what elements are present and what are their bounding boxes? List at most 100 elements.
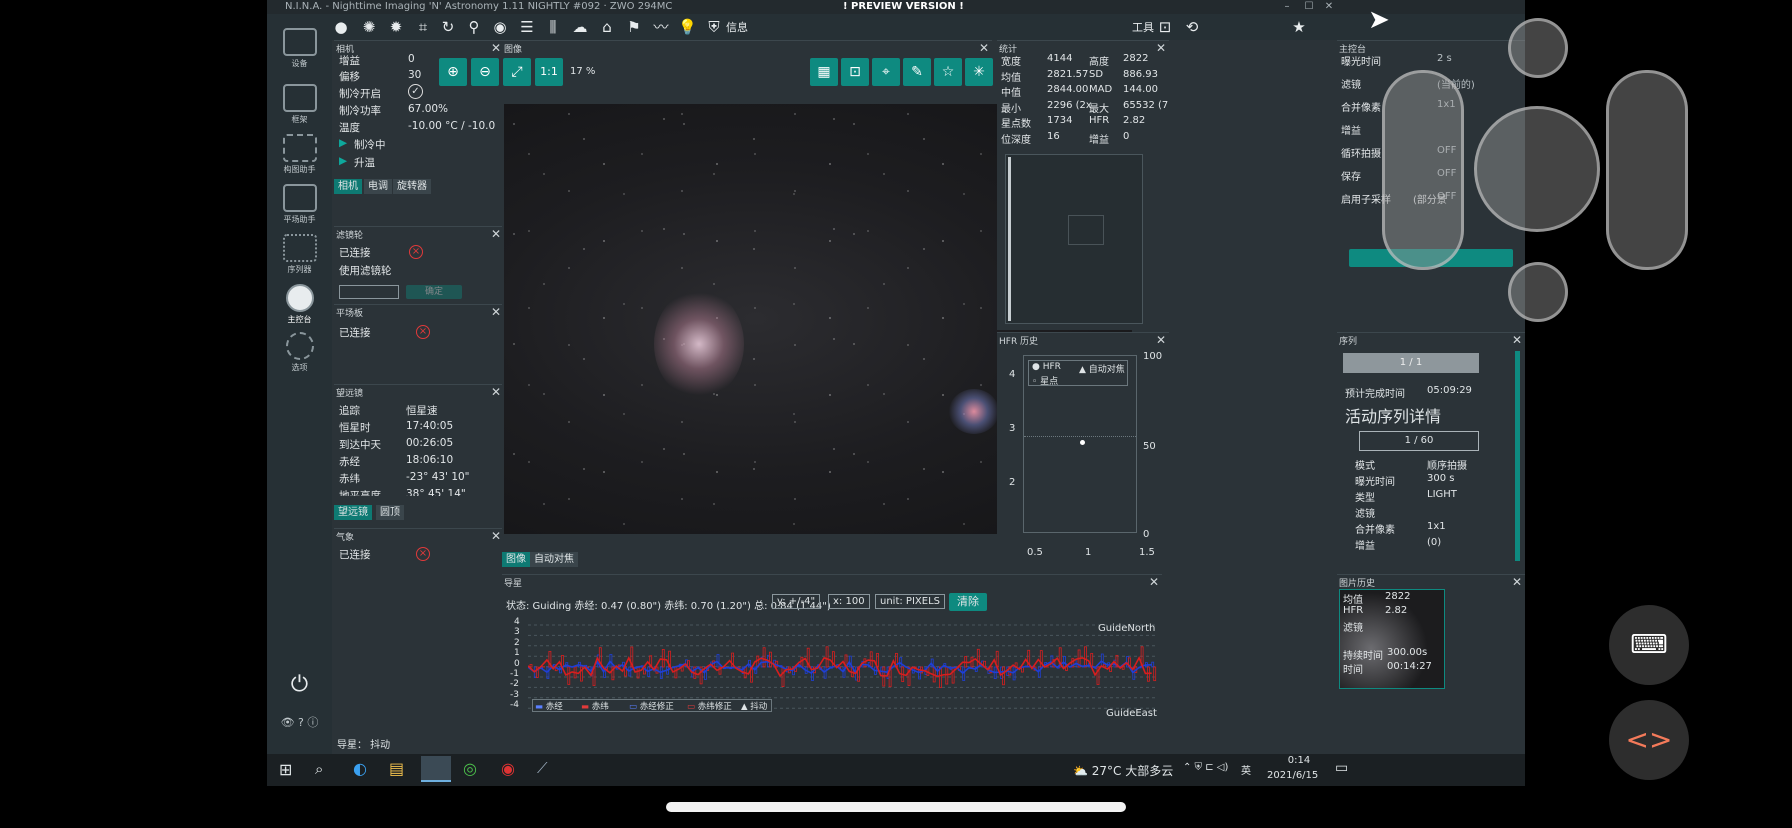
equalizer-icon[interactable]: ⫼ [544, 18, 562, 36]
telescope-value: 00:26:05 [406, 437, 454, 449]
overlay-left-pill[interactable] [1382, 70, 1464, 270]
fit-icon[interactable]: ⤢ [503, 58, 531, 86]
overlay-center-button[interactable] [1474, 106, 1600, 232]
history-icon[interactable]: ⟲ [1183, 18, 1201, 36]
filter-select[interactable] [339, 285, 399, 299]
imaging-value[interactable]: 2 s [1437, 53, 1452, 64]
clock-date[interactable]: 2021/6/15 [1267, 770, 1318, 781]
tab-focuser[interactable]: 电调 [364, 179, 392, 194]
folder-icon[interactable]: ▤ [389, 759, 404, 778]
windows-start-icon[interactable]: ⊞ [279, 760, 292, 779]
maximize-icon[interactable]: ☐ [1299, 0, 1319, 14]
minimize-icon[interactable]: – [1277, 0, 1297, 14]
sidebar-item-sequencer[interactable]: 序列器 [267, 234, 332, 275]
notification-icon[interactable]: ▭ [1335, 760, 1348, 776]
y-scale-select[interactable]: y: +/-4" [772, 594, 821, 609]
clear-button[interactable]: 清除 [949, 593, 987, 611]
legend-hfr: ● HFR [1032, 362, 1061, 372]
code-toggle-icon[interactable]: <> [1609, 700, 1689, 780]
close-icon[interactable]: ✕ [1149, 575, 1159, 589]
ime-indicator[interactable]: 英 [1241, 762, 1251, 777]
shield-icon[interactable]: ⛨ [705, 18, 723, 36]
home-indicator[interactable] [666, 802, 1126, 812]
cooling-arrow-icon[interactable]: ▶ [339, 137, 347, 149]
help-icons[interactable]: 👁 ? ⓘ [267, 714, 332, 730]
rotator-icon[interactable]: ↻ [439, 18, 457, 36]
filter-wheel-icon[interactable]: ✹ [387, 18, 405, 36]
tools-label[interactable]: 工具 [1132, 19, 1154, 35]
overlay-small-button[interactable] [1508, 18, 1568, 78]
power-icon[interactable]: ⏻ [267, 672, 332, 697]
filter-apply-button[interactable]: 确定 [406, 285, 462, 299]
close-icon[interactable]: ✕ [491, 529, 501, 543]
magic-wand-icon[interactable]: ✎ [903, 58, 931, 86]
dome-icon[interactable]: ⌂ [598, 18, 616, 36]
telescope-task-icon[interactable]: ⟋ [537, 759, 548, 777]
close-icon[interactable]: ✕ [979, 41, 989, 55]
status-bar: 导星： 抖动 [337, 740, 391, 751]
close-icon[interactable]: ✕ [1512, 333, 1522, 347]
warming-arrow-icon[interactable]: ▶ [339, 155, 347, 167]
zoom-out-icon[interactable]: ⊖ [471, 58, 499, 86]
sidebar-item-framing-assistant[interactable]: 构图助手 [267, 134, 332, 175]
warming-label[interactable]: 升温 [354, 155, 375, 170]
close-icon[interactable]: ✕ [1156, 41, 1166, 55]
close-icon[interactable]: ✕ [1156, 333, 1166, 347]
star-icon[interactable]: ★ [1290, 18, 1308, 36]
switch-icon[interactable]: ☰ [518, 18, 536, 36]
close-icon[interactable]: ✕ [1319, 0, 1339, 14]
tab-telescope[interactable]: 望远镜 [334, 505, 372, 520]
weather-icon[interactable]: ☁ [571, 18, 589, 36]
clock-time[interactable]: 0:14 [1277, 755, 1321, 766]
tray-icons[interactable]: ⌃ ⛨ ⊏ ◁) [1183, 762, 1228, 773]
overlay-menu-button[interactable] [1508, 262, 1568, 322]
close-icon[interactable]: ✕ [1512, 575, 1522, 589]
crosshair-icon[interactable]: ⌖ [872, 58, 900, 86]
sidebar-item-flat-wizard[interactable]: 平场助手 [267, 184, 332, 225]
grid-icon[interactable]: ▦ [810, 58, 838, 86]
x-scale-select[interactable]: x: 100 [828, 594, 870, 609]
graph-icon[interactable]: 〰 [652, 18, 670, 36]
mount-icon[interactable]: ⚲ [465, 18, 483, 36]
tab-autofocus[interactable]: 自动对焦 [530, 552, 578, 567]
crop-icon[interactable]: ⊡ [841, 58, 869, 86]
bulb-icon[interactable]: 💡 [678, 18, 697, 36]
guider-icon[interactable]: ◉ [491, 18, 509, 36]
gridline [1024, 436, 1136, 437]
search-icon[interactable]: ⌕ [315, 760, 323, 778]
sidebar-item-options[interactable]: 选项 [267, 332, 332, 373]
aperture-icon[interactable]: ✺ [360, 18, 378, 36]
cooling-label[interactable]: 制冷中 [354, 137, 386, 152]
unit-select[interactable]: unit: PIXELS [875, 594, 945, 609]
close-icon[interactable]: ✕ [491, 41, 501, 55]
camera-circle-icon[interactable]: ● [332, 18, 350, 36]
gear-icon [285, 332, 314, 360]
tab-rotator[interactable]: 旋转器 [393, 179, 431, 194]
tab-image[interactable]: 图像 [502, 552, 530, 567]
correction-bar [800, 656, 804, 668]
keyboard-icon[interactable]: ⌨ [1609, 605, 1689, 685]
close-icon[interactable]: ✕ [491, 385, 501, 399]
zoom-in-icon[interactable]: ⊕ [439, 58, 467, 86]
plate-solve-icon[interactable]: ✳ [965, 58, 993, 86]
star-detect-icon[interactable]: ☆ [934, 58, 962, 86]
grid-tool-icon[interactable]: ⊡ [1156, 18, 1174, 36]
overlay-right-pill[interactable] [1606, 70, 1688, 270]
phd2-icon[interactable]: ◎ [463, 759, 477, 778]
weather-widget[interactable]: ⛅ 27°C 大部多云 [1073, 762, 1173, 779]
nina-task-icon[interactable] [421, 756, 451, 782]
focuser-icon[interactable]: ⌗ [414, 18, 432, 36]
info-label[interactable]: 信息 [726, 19, 748, 35]
tab-camera[interactable]: 相机 [334, 179, 362, 194]
safety-icon[interactable]: ⚑ [625, 18, 643, 36]
sidebar-item-imaging[interactable]: 主控台 [267, 284, 332, 325]
close-icon[interactable]: ✕ [491, 305, 501, 319]
edge-icon[interactable]: ◐ [353, 759, 367, 778]
tab-dome[interactable]: 圆顶 [376, 505, 404, 520]
one-to-one-button[interactable]: 1:1 [535, 58, 563, 86]
sidebar-item-equipment[interactable]: 设备 [267, 28, 332, 69]
sidebar-item-framing[interactable]: 框架 [267, 84, 332, 125]
close-icon[interactable]: ✕ [491, 227, 501, 241]
app-red-icon[interactable]: ◉ [501, 759, 515, 778]
scrollbar[interactable] [1515, 351, 1520, 561]
